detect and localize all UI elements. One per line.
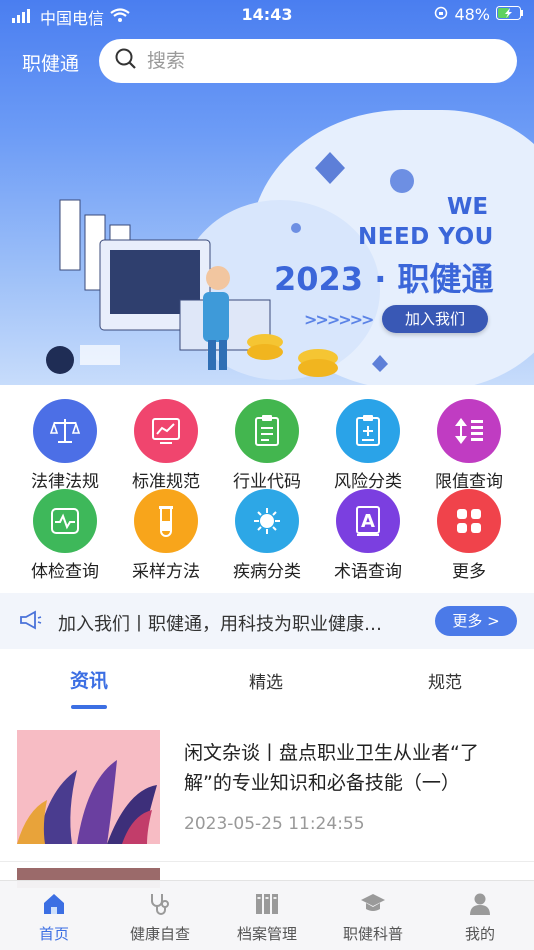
notice-bar[interactable]: 加入我们丨职健通，用科技为职业健康… 更多 > [0, 593, 534, 649]
search-bar[interactable] [99, 39, 517, 83]
grid-label: 采样方法 [132, 562, 200, 582]
battery-percent: 48% [454, 5, 490, 24]
sort-list-icon [437, 399, 501, 463]
tab-featured[interactable]: 精选 [249, 668, 283, 693]
tabbar-label: 健康自查 [129, 925, 190, 943]
grid-item-disease[interactable]: 疾病分类 [217, 489, 317, 582]
hero-banner: 中国电信 14:43 48% 职健通 WE NEED YOU 2023 · 职健… [0, 0, 534, 385]
grid-label: 术语查询 [334, 562, 402, 582]
grid-item-standards[interactable]: 标准规范 [116, 399, 216, 492]
battery-charging-icon [496, 5, 524, 24]
article-thumbnail [17, 730, 160, 844]
grid-item-sampling[interactable]: 采样方法 [116, 489, 216, 582]
banner-need-you: NEED YOU [358, 224, 494, 250]
clipboard-plus-icon [336, 399, 400, 463]
grid-item-risk[interactable]: 风险分类 [318, 399, 418, 492]
tab-indicator [71, 705, 107, 709]
archive-icon [217, 889, 317, 919]
notice-more-button[interactable]: 更多 > [435, 606, 517, 636]
search-icon [115, 48, 137, 74]
banner-arrows: >>>>>> [304, 310, 374, 329]
rotation-lock-icon [434, 5, 448, 24]
notice-text: 加入我们丨职健通，用科技为职业健康… [58, 614, 382, 635]
content-tabs: 资讯 精选 规范 [0, 650, 534, 712]
list-divider [0, 861, 534, 862]
tabbar-label: 职健科普 [342, 925, 403, 943]
chart-board-icon [134, 399, 198, 463]
user-icon [430, 889, 530, 919]
stethoscope-icon [110, 889, 210, 919]
grid-item-checkup[interactable]: 体检查询 [15, 489, 115, 582]
status-bar: 中国电信 14:43 48% [0, 0, 534, 30]
tabbar-mine[interactable]: 我的 [430, 889, 530, 944]
tabbar-self-check[interactable]: 健康自查 [110, 889, 210, 944]
tabbar-label: 首页 [38, 925, 69, 943]
virus-icon [235, 489, 299, 553]
tab-news[interactable]: 资讯 [70, 666, 108, 693]
grid-item-more[interactable]: 更多 [419, 489, 519, 582]
graduation-cap-icon [323, 889, 423, 919]
apps-icon [437, 489, 501, 553]
tabbar-label: 档案管理 [236, 925, 297, 943]
grid-item-industry-code[interactable]: 行业代码 [217, 399, 317, 492]
grid-label: 体检查询 [31, 562, 99, 582]
clipboard-list-icon [235, 399, 299, 463]
grid-item-limits[interactable]: 限值查询 [419, 399, 519, 492]
article-item[interactable]: 闲文杂谈丨盘点职业卫生从业者“了解”的专业知识和必备技能（一） 2023-05-… [0, 712, 534, 862]
tabbar-label: 我的 [464, 925, 495, 943]
tab-standards[interactable]: 规范 [428, 668, 462, 693]
grid-item-laws[interactable]: 法律法规 [15, 399, 115, 492]
banner-we: WE [447, 194, 489, 220]
bottom-tab-bar: 首页 健康自查 档案管理 职健科普 我的 [0, 880, 534, 950]
dictionary-icon: A [336, 489, 400, 553]
article-title: 闲文杂谈丨盘点职业卫生从业者“了解”的专业知识和必备技能（一） [184, 742, 479, 794]
home-icon [4, 889, 104, 919]
heartbeat-icon [33, 489, 97, 553]
test-tube-icon [134, 489, 198, 553]
grid-label: 疾病分类 [233, 562, 301, 582]
scales-icon [33, 399, 97, 463]
megaphone-icon [18, 609, 42, 635]
app-name: 职健通 [22, 53, 80, 75]
banner-join-button[interactable]: 加入我们 [382, 305, 488, 333]
svg-text:A: A [361, 511, 375, 532]
banner-title: 2023 · 职健通 [274, 260, 494, 298]
search-input[interactable] [147, 50, 477, 72]
feature-grid: 法律法规 标准规范 行业代码 风险分类 限值查询 体检查询 采样方法 疾病分类 … [0, 385, 534, 585]
grid-label: 更多 [452, 562, 486, 582]
tabbar-archive[interactable]: 档案管理 [217, 889, 317, 944]
grid-item-terms[interactable]: A 术语查询 [318, 489, 418, 582]
tabbar-science[interactable]: 职健科普 [323, 889, 423, 944]
tabbar-home[interactable]: 首页 [4, 889, 104, 944]
article-time: 2023-05-25 11:24:55 [184, 814, 365, 834]
